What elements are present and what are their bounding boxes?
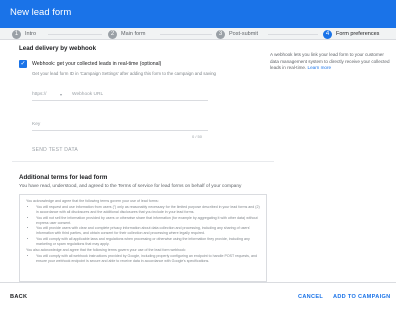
chevron-down-icon: ▾ (60, 92, 63, 97)
webhook-checkbox-desc: Get your lead form ID in 'Campaign Setti… (32, 71, 216, 76)
step-post-submit[interactable]: 3 Post-submit (216, 29, 258, 39)
key-field[interactable]: Key (32, 119, 208, 131)
step-number: 3 (216, 29, 225, 39)
add-to-campaign-button[interactable]: ADD TO CAMPAIGN (333, 294, 390, 300)
protocol-select[interactable]: https:// (32, 92, 46, 97)
step-connector (48, 34, 102, 35)
terms-heading: Additional terms for lead form (19, 174, 108, 181)
key-input[interactable]: Key (32, 122, 40, 127)
step-number: 4 (323, 29, 332, 39)
step-form-preferences[interactable]: 4 Form preferences (323, 29, 379, 39)
key-char-counter: 0 / 50 (192, 134, 203, 139)
terms-list-item: You will provide users with clear and co… (36, 226, 260, 236)
step-label: Main form (121, 31, 146, 37)
terms-intro: You acknowledge and agree that the follo… (26, 199, 159, 203)
webhook-heading: Lead delivery by webhook (19, 45, 97, 52)
step-label: Post-submit (229, 31, 259, 37)
send-test-data-button[interactable]: SEND TEST DATA (32, 147, 78, 153)
form-column: Lead delivery by webhook ✓ Webhook: get … (12, 41, 274, 282)
webhook-url-field[interactable]: https:// ▾ Webhook URL (32, 89, 208, 101)
main-content: Lead delivery by webhook ✓ Webhook: get … (0, 41, 396, 282)
dialog-header: New lead form (0, 0, 396, 28)
learn-more-link[interactable]: Learn more (308, 65, 332, 70)
webhook-help-panel: A webhook lets you link your lead form t… (270, 52, 390, 72)
terms-list-item: You will not sell the information provid… (36, 216, 260, 226)
terms-webhook-intro: You also acknowledge and agree that the … (26, 247, 186, 252)
step-number: 2 (108, 29, 117, 39)
terms-list: You will request and use information fro… (36, 205, 260, 247)
step-number: 1 (12, 29, 21, 39)
step-connector (268, 34, 318, 35)
webhook-url-input[interactable]: Webhook URL (72, 92, 103, 97)
terms-description: You have read, understood, and agreed to… (19, 184, 242, 189)
terms-list-item: You will request and use information fro… (36, 205, 260, 215)
terms-list-item: You will comply with all applicable laws… (36, 237, 260, 247)
cancel-button[interactable]: CANCEL (298, 294, 323, 300)
step-intro[interactable]: 1 Intro (12, 29, 36, 39)
step-label: Intro (25, 31, 37, 37)
dialog-footer: BACK CANCEL ADD TO CAMPAIGN (0, 282, 396, 310)
step-label: Form preferences (336, 31, 380, 37)
terms-scroll-box[interactable]: You acknowledge and agree that the follo… (19, 194, 267, 282)
step-connector (160, 34, 212, 35)
webhook-checkbox[interactable]: ✓ (19, 60, 27, 68)
terms-webhook-list: You will comply with all webhook instruc… (36, 254, 260, 264)
progress-stepper: 1 Intro 2 Main form 3 Post-submit 4 Form… (0, 28, 396, 40)
dialog-title: New lead form (10, 7, 72, 18)
terms-list-item: You will comply with all webhook instruc… (36, 254, 260, 264)
webhook-checkbox-label: Webhook: get your collected leads in rea… (32, 61, 162, 67)
step-main-form[interactable]: 2 Main form (108, 29, 145, 39)
back-button[interactable]: BACK (10, 294, 27, 300)
section-divider (12, 161, 274, 162)
